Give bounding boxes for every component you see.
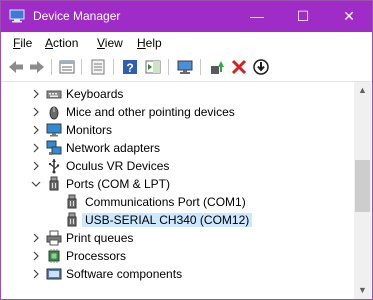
menu-action-rest: ction xyxy=(53,36,79,50)
minimize-button[interactable]: — xyxy=(234,1,280,32)
close-button[interactable]: ✕ xyxy=(326,1,372,32)
window-title: Device Manager xyxy=(33,9,121,23)
printer-icon xyxy=(46,230,62,246)
expand-chevron-icon[interactable] xyxy=(31,250,41,262)
tree-item-mice[interactable]: Mice and other pointing devices xyxy=(1,103,354,121)
toolbar-separator xyxy=(81,59,82,75)
title-bar[interactable]: Device Manager — ☐ ✕ xyxy=(1,1,372,32)
port-icon xyxy=(67,194,77,209)
close-icon: ✕ xyxy=(343,8,355,24)
tree-item-ports[interactable]: Ports (COM & LPT) xyxy=(1,175,354,193)
network-icon xyxy=(46,140,62,155)
tree-item-label: Keyboards xyxy=(66,87,124,101)
tree-item-label: USB-SERIAL CH340 (COM12) xyxy=(82,213,253,227)
keyboard-icon xyxy=(46,90,62,99)
action-pane-icon[interactable] xyxy=(144,58,162,76)
menu-bar: File Action View Help xyxy=(1,32,372,54)
tree-item-monitors[interactable]: Monitors xyxy=(1,121,354,139)
collapse-chevron-icon[interactable] xyxy=(31,178,41,190)
tree-item-com1[interactable]: Communications Port (COM1) xyxy=(1,193,354,211)
menu-help[interactable]: Help xyxy=(137,36,162,50)
scrollbar-thumb[interactable] xyxy=(355,160,370,212)
svg-text:?: ? xyxy=(126,61,133,75)
vertical-scrollbar[interactable]: ▲ ▼ xyxy=(354,82,371,299)
device-manager-icon xyxy=(9,9,25,23)
device-manager-window: Device Manager — ☐ ✕ File Action View He… xyxy=(0,0,373,300)
software-icon xyxy=(46,268,62,280)
menu-view-hotkey: V xyxy=(97,36,105,50)
maximize-icon: ☐ xyxy=(296,8,310,24)
expand-chevron-icon[interactable] xyxy=(31,232,41,244)
tree-item-print-queues[interactable]: Print queues xyxy=(1,229,354,247)
tree-item-label: Ports (COM & LPT) xyxy=(66,177,171,191)
mouse-icon xyxy=(49,106,59,120)
tree-item-label: Monitors xyxy=(66,123,113,137)
processor-icon xyxy=(48,249,60,263)
expand-chevron-icon[interactable] xyxy=(31,124,41,136)
tree-item-label: Print queues xyxy=(66,231,134,245)
menu-file-rest: ile xyxy=(20,36,33,50)
expand-chevron-icon[interactable] xyxy=(31,142,41,154)
toolbar: ? xyxy=(1,54,372,82)
tree-item-network-adapters[interactable]: Network adapters xyxy=(1,139,354,157)
scan-download-icon[interactable] xyxy=(252,58,270,76)
menu-action[interactable]: Action xyxy=(45,36,78,50)
device-tree: Keyboards Mice and other pointing device… xyxy=(1,82,354,299)
tree-item-com12[interactable]: USB-SERIAL CH340 (COM12) xyxy=(1,211,354,229)
tree-item-software-components[interactable]: Software components xyxy=(1,265,354,283)
maximize-button[interactable]: ☐ xyxy=(280,1,326,32)
tree-item-label: Communications Port (COM1) xyxy=(85,195,246,209)
uninstall-icon[interactable] xyxy=(230,58,248,76)
expand-chevron-icon[interactable] xyxy=(31,268,41,280)
tree-item-label: Processors xyxy=(66,249,127,263)
toolbar-separator xyxy=(51,59,52,75)
update-driver-icon[interactable] xyxy=(208,58,226,76)
toolbar-separator xyxy=(200,59,201,75)
tree-item-label: Network adapters xyxy=(66,141,161,155)
tree-item-label: Mice and other pointing devices xyxy=(66,105,235,119)
tree-item-processors[interactable]: Processors xyxy=(1,247,354,265)
port-icon xyxy=(49,176,59,191)
tree-item-label: Oculus VR Devices xyxy=(66,159,170,173)
menu-file[interactable]: File xyxy=(13,36,32,50)
toolbar-separator xyxy=(113,59,114,75)
expand-chevron-icon[interactable] xyxy=(31,160,41,172)
back-icon[interactable] xyxy=(7,58,25,76)
scroll-up-button[interactable]: ▲ xyxy=(354,82,371,99)
toolbar-separator xyxy=(168,59,169,75)
scroll-down-button[interactable]: ▼ xyxy=(354,282,371,299)
menu-view[interactable]: View xyxy=(97,36,123,50)
chevron-up-icon: ▲ xyxy=(358,85,367,95)
port-icon xyxy=(67,212,77,227)
tree-item-oculus-vr-devices[interactable]: Oculus VR Devices xyxy=(1,157,354,175)
usb-icon xyxy=(49,159,60,174)
expand-chevron-icon[interactable] xyxy=(31,106,41,118)
chevron-down-icon: ▼ xyxy=(358,285,367,295)
menu-action-hotkey: A xyxy=(45,36,54,50)
forward-icon[interactable] xyxy=(28,58,46,76)
properties-icon[interactable] xyxy=(58,58,76,76)
expand-chevron-icon[interactable] xyxy=(31,88,41,100)
menu-view-rest: iew xyxy=(104,36,123,50)
minimize-icon: — xyxy=(250,8,264,24)
show-hide-icon[interactable] xyxy=(89,58,107,76)
tree-item-keyboards[interactable]: Keyboards xyxy=(1,85,354,103)
help-icon[interactable]: ? xyxy=(121,58,139,76)
menu-help-hotkey: H xyxy=(137,36,146,50)
monitor-icon[interactable] xyxy=(176,58,194,76)
tree-item-label: Software components xyxy=(66,267,183,281)
menu-help-rest: elp xyxy=(145,36,162,50)
monitor-icon xyxy=(46,123,62,137)
